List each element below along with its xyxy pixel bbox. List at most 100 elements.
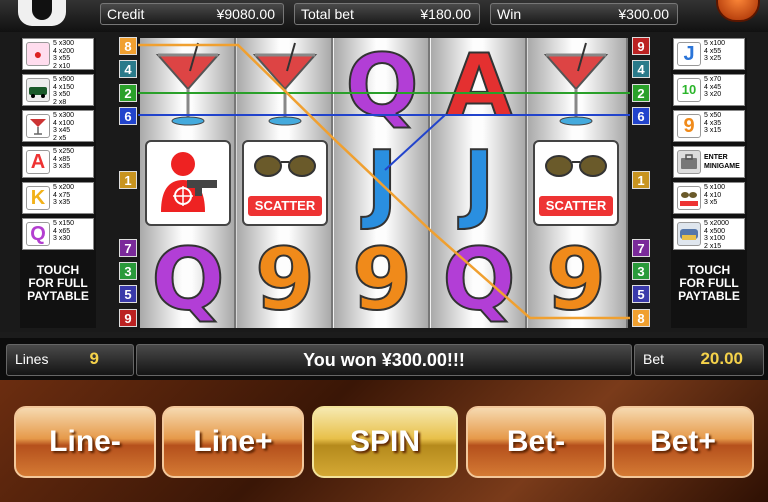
number-9-icon: 9 — [677, 114, 701, 138]
j-symbol: J — [365, 133, 399, 233]
touch-paytable-right[interactable]: TOUCH FOR FULL PAYTABLE — [673, 264, 745, 334]
line-badge-3-right: 3 — [632, 262, 650, 280]
line-badge-8: 8 — [119, 37, 137, 55]
payout-text: 5 x70 4 x45 3 x20 — [704, 76, 722, 98]
martini-icon — [26, 114, 50, 138]
control-panel: Line- Line+ SPIN Bet- Bet+ — [0, 380, 768, 502]
payout-text: 5 x250 4 x85 3 x35 — [53, 148, 75, 170]
line-badge-7-right: 7 — [632, 239, 650, 257]
menu-button[interactable] — [716, 0, 760, 22]
line-badge-2-right: 2 — [632, 84, 650, 102]
payout-text: 5 x150 4 x65 3 x30 — [53, 220, 75, 242]
message-box: You won ¥300.00!!! — [136, 344, 632, 376]
lines-value: 9 — [89, 349, 99, 368]
credit-box: Credit ¥9080.00 — [100, 3, 284, 25]
paytable-row: Q 5 x150 4 x65 3 x30 — [22, 218, 94, 250]
briefcase-icon — [677, 150, 701, 174]
left-paytable[interactable]: ● 5 x300 4 x200 3 x55 2 x10 5 x500 4 x15… — [20, 38, 96, 328]
scatter-label: SCATTER — [248, 196, 322, 216]
letter-a-icon: A — [26, 150, 50, 174]
letter-q-icon: Q — [26, 222, 50, 246]
info-bar: Lines 9 You won ¥300.00!!! Bet 20.00 — [0, 338, 768, 380]
line-badge-5-right: 5 — [632, 285, 650, 303]
nine-symbol: 9 — [351, 230, 413, 330]
martini-symbol — [237, 38, 333, 134]
win-message: You won ¥300.00!!! — [303, 350, 465, 370]
target-man-icon: ● — [26, 42, 50, 66]
credit-value: ¥9080.00 — [216, 6, 275, 22]
letter-k-icon: K — [26, 186, 50, 210]
line-badge-4: 4 — [119, 60, 137, 78]
martini-symbol — [140, 38, 236, 134]
lines-box: Lines 9 — [6, 344, 134, 376]
line-badge-8-right: 8 — [632, 309, 650, 327]
line-minus-button[interactable]: Line- — [14, 406, 156, 478]
payout-text: ENTER MINIGAME — [704, 154, 740, 170]
line-badge-6: 6 — [119, 107, 137, 125]
total-bet-box: Total bet ¥180.00 — [294, 3, 480, 25]
q-symbol: Q — [344, 36, 419, 136]
win-label: Win — [497, 6, 522, 22]
reel-2: SCATTER 9 — [237, 38, 333, 328]
line-badge-9-right: 9 — [632, 37, 650, 55]
paytable-row: ENTER MINIGAME — [673, 146, 745, 178]
line-badge-5: 5 — [119, 285, 137, 303]
payout-text: 5 x300 4 x100 3 x45 2 x5 — [53, 112, 75, 142]
nine-symbol: 9 — [254, 230, 316, 330]
paytable-row: J 5 x100 4 x55 3 x25 — [673, 38, 745, 70]
q-symbol: Q — [150, 230, 225, 330]
game-logo — [18, 0, 66, 26]
line-badge-1: 1 — [119, 171, 137, 189]
line-plus-button[interactable]: Line+ — [162, 406, 304, 478]
bet-box: Bet 20.00 — [634, 344, 764, 376]
total-bet-label: Total bet — [301, 6, 354, 22]
wild-icon — [677, 222, 701, 246]
a-symbol: A — [445, 36, 514, 136]
line-badge-2: 2 — [119, 84, 137, 102]
martini-symbol — [528, 38, 624, 134]
right-paytable[interactable]: J 5 x100 4 x55 3 x25 10 5 x70 4 x45 3 x2… — [671, 38, 747, 328]
q-symbol: Q — [441, 230, 516, 330]
payout-text: 5 x100 4 x10 3 x5 — [704, 184, 726, 206]
payout-text: 5 x100 4 x55 3 x25 — [704, 40, 726, 62]
line-badge-9: 9 — [119, 309, 137, 327]
reel-5: SCATTER 9 — [528, 38, 628, 328]
payout-text: 5 x50 4 x35 3 x15 — [704, 112, 722, 134]
bet-value: 20.00 — [700, 349, 743, 368]
reels-area[interactable]: Q SCATTER 9 Q J 9 A J Q SCATTER 9 — [140, 38, 628, 328]
paytable-row: 5 x500 4 x150 3 x50 2 x8 — [22, 74, 94, 106]
target-man-symbol — [140, 135, 236, 231]
total-bet-value: ¥180.00 — [420, 6, 471, 22]
letter-j-icon: J — [677, 42, 701, 66]
nine-symbol: 9 — [545, 230, 607, 330]
payout-text: 5 x300 4 x200 3 x55 2 x10 — [53, 40, 75, 70]
scatter-symbol: SCATTER — [237, 135, 333, 231]
paytable-row: A 5 x250 4 x85 3 x35 — [22, 146, 94, 178]
payout-text: 5 x500 4 x150 3 x50 2 x8 — [53, 76, 75, 106]
touch-paytable-left[interactable]: TOUCH FOR FULL PAYTABLE — [22, 264, 94, 334]
payout-text: 5 x2000 4 x500 3 x100 2 x15 — [704, 220, 729, 250]
paytable-row: 9 5 x50 4 x35 3 x15 — [673, 110, 745, 142]
bet-minus-button[interactable]: Bet- — [466, 406, 606, 478]
reel-3: Q J 9 — [334, 38, 430, 328]
j-symbol: J — [462, 133, 496, 233]
line-badge-4-right: 4 — [632, 60, 650, 78]
number-10-icon: 10 — [677, 78, 701, 102]
payout-text: 5 x200 4 x75 3 x35 — [53, 184, 75, 206]
paytable-row: 10 5 x70 4 x45 3 x20 — [673, 74, 745, 106]
win-box: Win ¥300.00 — [490, 3, 678, 25]
top-bar: Credit ¥9080.00 Total bet ¥180.00 Win ¥3… — [0, 0, 768, 32]
credit-label: Credit — [107, 6, 145, 22]
bet-plus-button[interactable]: Bet+ — [612, 406, 754, 478]
scatter-symbol: SCATTER — [528, 135, 624, 231]
line-badge-1-right: 1 — [632, 171, 650, 189]
paytable-row: 5 x2000 4 x500 3 x100 2 x15 — [673, 218, 745, 250]
lines-label: Lines — [15, 351, 49, 367]
scatter-icon — [677, 186, 701, 210]
spin-button[interactable]: SPIN — [312, 406, 458, 478]
reel-1: Q — [140, 38, 236, 328]
reel-4: A J Q — [431, 38, 527, 328]
car-icon — [26, 78, 50, 102]
paytable-row: 5 x300 4 x100 3 x45 2 x5 — [22, 110, 94, 142]
line-badge-7: 7 — [119, 239, 137, 257]
